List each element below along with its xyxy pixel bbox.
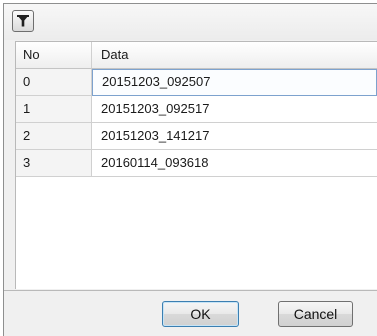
table-row[interactable]: 2 20151203_141217: [16, 123, 377, 150]
ok-button[interactable]: OK: [162, 301, 239, 327]
data-cell[interactable]: 20151203_092517: [92, 96, 377, 123]
table-row[interactable]: 3 20160114_093618: [16, 150, 377, 177]
data-cell[interactable]: 20151203_092507: [92, 69, 377, 96]
table-row[interactable]: 1 20151203_092517: [16, 96, 377, 123]
dialog-footer: OK Cancel: [4, 290, 377, 336]
data-grid[interactable]: No Data 0 20151203_092507 1 20151203_092…: [15, 41, 377, 289]
grid-header: No Data: [16, 42, 377, 69]
row-number-cell: 2: [16, 123, 92, 150]
column-header-no[interactable]: No: [16, 42, 92, 69]
row-number-cell: 0: [16, 69, 92, 96]
toolbar: [4, 4, 377, 40]
table-row[interactable]: 0 20151203_092507: [16, 69, 377, 96]
data-cell[interactable]: 20160114_093618: [92, 150, 377, 177]
cancel-button[interactable]: Cancel: [278, 301, 353, 327]
data-selection-dialog: No Data 0 20151203_092507 1 20151203_092…: [3, 3, 377, 336]
data-cell[interactable]: 20151203_141217: [92, 123, 377, 150]
filter-icon: [17, 15, 29, 27]
row-number-cell: 3: [16, 150, 92, 177]
row-number-cell: 1: [16, 96, 92, 123]
column-header-data[interactable]: Data: [92, 42, 377, 69]
filter-button[interactable]: [12, 10, 34, 32]
